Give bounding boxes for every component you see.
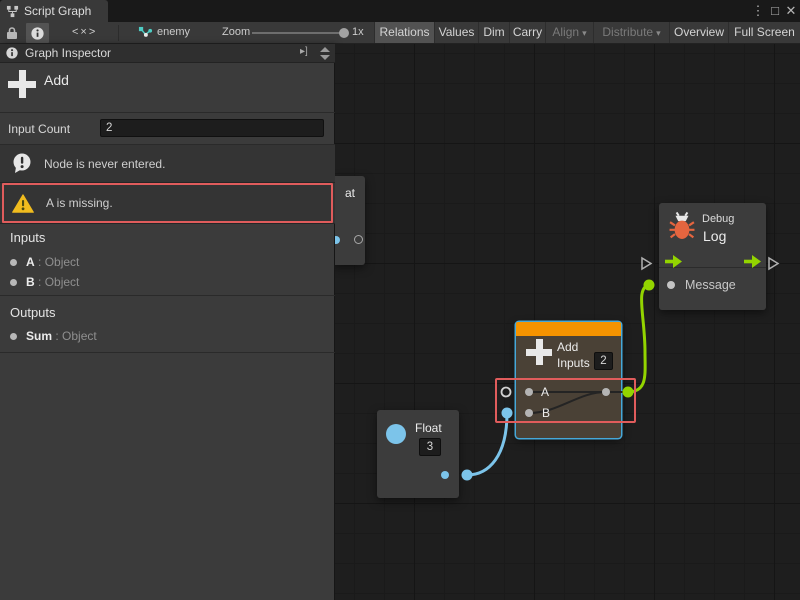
port-dot-icon — [10, 279, 17, 286]
zoom-value: 1x — [352, 22, 364, 43]
flow-out-icon[interactable] — [767, 256, 780, 276]
carry-button[interactable]: Carry — [509, 22, 545, 43]
port-dot-icon[interactable] — [335, 236, 340, 244]
message-port-dot[interactable] — [667, 281, 675, 289]
outputs-header: Outputs — [10, 305, 56, 320]
flow-in-icon[interactable] — [640, 256, 653, 276]
comment-icon — [12, 153, 32, 174]
overview-button[interactable]: Overview — [669, 22, 728, 43]
zoom-label: Zoom — [222, 22, 250, 43]
clipped-node-title: at — [345, 186, 355, 200]
info-button[interactable] — [26, 23, 49, 43]
plus-icon — [8, 70, 36, 98]
dock-icon[interactable]: ▸] — [300, 46, 308, 57]
add-node-header — [516, 322, 621, 336]
flow-arrow-icon[interactable] — [665, 255, 682, 273]
info-message-text: Node is never entered. — [44, 157, 165, 171]
add-count-field[interactable]: 2 — [594, 352, 613, 370]
output-port-sum: Sum : Object — [0, 326, 335, 346]
debug-log-node[interactable]: Debug Log Message — [659, 203, 766, 310]
inspector-title: Graph Inspector — [25, 46, 111, 60]
menu-icon[interactable]: ⋮ — [750, 1, 766, 21]
info-icon — [6, 47, 18, 59]
plus-icon — [526, 339, 552, 365]
input-port-b: B : Object — [0, 272, 335, 292]
zoom-slider[interactable] — [252, 32, 343, 34]
add-node-title-line2: Inputs — [557, 356, 590, 370]
chevron-down-icon: ▾ — [582, 28, 587, 38]
inputs-header: Inputs — [10, 230, 45, 245]
clipped-node[interactable]: at — [335, 176, 365, 265]
port-dot-icon — [10, 333, 17, 340]
message-port-label: Message — [685, 278, 736, 292]
tab-strip: Script Graph ⋮ □ ✕ — [0, 0, 800, 22]
inspector-header: Graph Inspector ▸] — [0, 44, 335, 63]
graph-name-label[interactable]: enemy — [157, 22, 190, 43]
green-wire — [628, 285, 649, 392]
distribute-dropdown[interactable]: Distribute▾ — [593, 22, 669, 43]
scrub-up-icon[interactable] — [320, 47, 330, 52]
bug-icon — [669, 211, 695, 246]
port-dot-icon — [10, 259, 17, 266]
float-node-title: Float — [415, 421, 442, 435]
info-message: Node is never entered. — [0, 145, 335, 183]
values-button[interactable]: Values — [434, 22, 478, 43]
relations-button[interactable]: Relations — [374, 22, 434, 43]
float-node[interactable]: Float 3 — [377, 410, 459, 498]
graph-toolbar: <×> enemy Zoom 1x Relations Values Dim C… — [0, 22, 800, 44]
debug-node-title: Log — [703, 228, 726, 244]
flow-arrow-icon[interactable] — [744, 255, 761, 273]
code-icon[interactable]: <×> — [72, 22, 97, 43]
float-value-field[interactable]: 3 — [419, 438, 441, 456]
fullscreen-button[interactable]: Full Screen — [728, 22, 800, 43]
tab-script-graph[interactable]: Script Graph — [0, 0, 108, 22]
unity-script-graph-window: Script Graph ⋮ □ ✕ <×> enemy Zoom 1x Rel… — [0, 0, 800, 600]
graph-inspector-panel: Graph Inspector ▸] Add Input Count Node … — [0, 44, 335, 600]
align-dropdown[interactable]: Align▾ — [545, 22, 593, 43]
scrub-down-icon[interactable] — [320, 55, 330, 60]
wire-end-dot — [462, 470, 473, 481]
add-node-title-line1: Add — [557, 340, 578, 354]
info-icon — [31, 27, 44, 40]
float-icon — [386, 424, 406, 444]
close-icon[interactable]: ✕ — [783, 1, 799, 21]
wire-end-dot — [644, 280, 655, 291]
toolbar-divider — [118, 25, 119, 41]
port-circle-icon[interactable] — [354, 235, 363, 244]
chevron-down-icon: ▾ — [656, 28, 661, 38]
warning-message: A is missing. — [0, 183, 335, 224]
error-highlight-rect — [495, 378, 636, 423]
script-graph-icon — [6, 5, 19, 18]
dim-button[interactable]: Dim — [478, 22, 509, 43]
graph-canvas[interactable]: at Float 3 Debug Log — [335, 44, 800, 600]
inspected-node-title: Add — [44, 72, 69, 88]
warning-error-outline — [2, 183, 333, 223]
input-count-field[interactable] — [100, 119, 324, 137]
debug-node-category: Debug — [702, 213, 734, 225]
maximize-icon[interactable]: □ — [767, 1, 783, 21]
input-port-a: A : Object — [0, 252, 335, 272]
zoom-slider-thumb[interactable] — [339, 28, 349, 38]
tab-label: Script Graph — [24, 4, 91, 18]
input-count-label: Input Count — [8, 122, 70, 136]
